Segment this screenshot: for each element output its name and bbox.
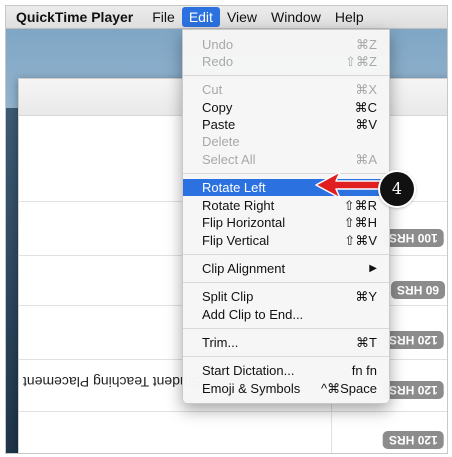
- hours-pill: 120 HRS: [383, 381, 444, 399]
- menu-item-label: Start Dictation...: [202, 363, 295, 378]
- menu-item-label: Trim...: [202, 335, 239, 350]
- callout-arrow-icon: [315, 171, 385, 199]
- menu-item-emoji-symbols[interactable]: Emoji & Symbols ^⌘Space: [183, 380, 389, 397]
- menu-view[interactable]: View: [220, 7, 264, 27]
- menu-item-flip-horizontal[interactable]: Flip Horizontal ⇧⌘H: [183, 214, 389, 231]
- menu-window[interactable]: Window: [264, 7, 328, 27]
- menu-item-paste[interactable]: Paste ⌘V: [183, 116, 389, 133]
- menu-file[interactable]: File: [145, 7, 182, 27]
- menu-item-cut[interactable]: Cut ⌘X: [183, 81, 389, 98]
- shortcut-label: ⌘Y: [355, 289, 377, 304]
- menu-item-label: Clip Alignment: [202, 261, 286, 276]
- menu-item-label: Select All: [202, 152, 256, 167]
- menu-item-label: Rotate Left: [202, 180, 266, 195]
- shortcut-label: ⇧⌘V: [344, 233, 377, 248]
- menu-item-redo[interactable]: Redo ⇧⌘Z: [183, 53, 389, 70]
- menu-item-label: Delete: [202, 134, 240, 149]
- step-number-badge: 4: [380, 172, 414, 206]
- menu-item-label: Flip Vertical: [202, 233, 270, 248]
- shortcut-label: ⌘Z: [356, 37, 377, 52]
- screenshot-frame: 100 HRS 60 HRS 120 HRS 120 HRS 120 HRS S…: [5, 5, 448, 454]
- shortcut-label: ⌘V: [355, 117, 377, 132]
- menu-item-label: Split Clip: [202, 289, 254, 304]
- menu-item-label: Add Clip to End...: [202, 307, 304, 322]
- menu-edit[interactable]: Edit: [181, 7, 220, 27]
- menu-item-copy[interactable]: Copy ⌘C: [183, 99, 389, 116]
- menu-item-start-dictation[interactable]: Start Dictation... fn fn: [183, 362, 389, 379]
- edit-menu-dropdown: Undo ⌘Z Redo ⇧⌘Z Cut ⌘X Copy ⌘C Paste ⌘V…: [182, 29, 390, 404]
- menu-item-undo[interactable]: Undo ⌘Z: [183, 36, 389, 53]
- shortcut-label: ⇧⌘Z: [345, 54, 377, 69]
- menu-item-split-clip[interactable]: Split Clip ⌘Y: [183, 288, 389, 305]
- menu-item-label: Copy: [202, 100, 233, 115]
- hours-pill: 60 HRS: [391, 281, 446, 299]
- shortcut-label: fn fn: [351, 363, 377, 378]
- menu-item-label: Paste: [202, 117, 236, 132]
- chevron-right-icon: ▶: [369, 263, 377, 274]
- menu-bar: QuickTime Player File Edit View Window H…: [6, 6, 447, 29]
- row-divider: [19, 411, 447, 412]
- menu-item-label: Flip Horizontal: [202, 215, 286, 230]
- menu-item-label: Cut: [202, 82, 223, 97]
- menu-separator: [183, 254, 389, 255]
- menu-item-select-all[interactable]: Select All ⌘A: [183, 151, 389, 168]
- shortcut-label: ⇧⌘H: [343, 215, 377, 230]
- shortcut-label: ⌘C: [354, 100, 377, 115]
- shortcut-label: ⌘A: [355, 152, 377, 167]
- menu-separator: [183, 282, 389, 283]
- menu-item-clip-alignment[interactable]: Clip Alignment ▶: [183, 260, 389, 277]
- menu-item-trim[interactable]: Trim... ⌘T: [183, 334, 389, 351]
- shortcut-label: ⌘T: [356, 335, 377, 350]
- hours-pill: 120 HRS: [383, 431, 444, 449]
- menu-help[interactable]: Help: [328, 7, 371, 27]
- hours-pill: 100 HRS: [383, 229, 444, 247]
- menu-item-label: Rotate Right: [202, 198, 275, 213]
- app-menu-quicktime[interactable]: QuickTime Player: [16, 9, 133, 25]
- menu-item-flip-vertical[interactable]: Flip Vertical ⇧⌘V: [183, 232, 389, 249]
- hours-pill: 120 HRS: [383, 331, 444, 349]
- menu-item-label: Emoji & Symbols: [202, 381, 301, 396]
- menu-separator: [183, 75, 389, 76]
- row-title-text: Student Teaching Placement: [23, 374, 201, 390]
- menu-separator: [183, 328, 389, 329]
- menu-item-label: Redo: [202, 54, 234, 69]
- shortcut-label: ⌘X: [355, 82, 377, 97]
- menu-item-delete[interactable]: Delete: [183, 133, 389, 150]
- menu-separator: [183, 356, 389, 357]
- shortcut-label: ^⌘Space: [321, 381, 377, 396]
- menu-item-add-clip-to-end[interactable]: Add Clip to End...: [183, 306, 389, 323]
- menu-item-label: Undo: [202, 37, 234, 52]
